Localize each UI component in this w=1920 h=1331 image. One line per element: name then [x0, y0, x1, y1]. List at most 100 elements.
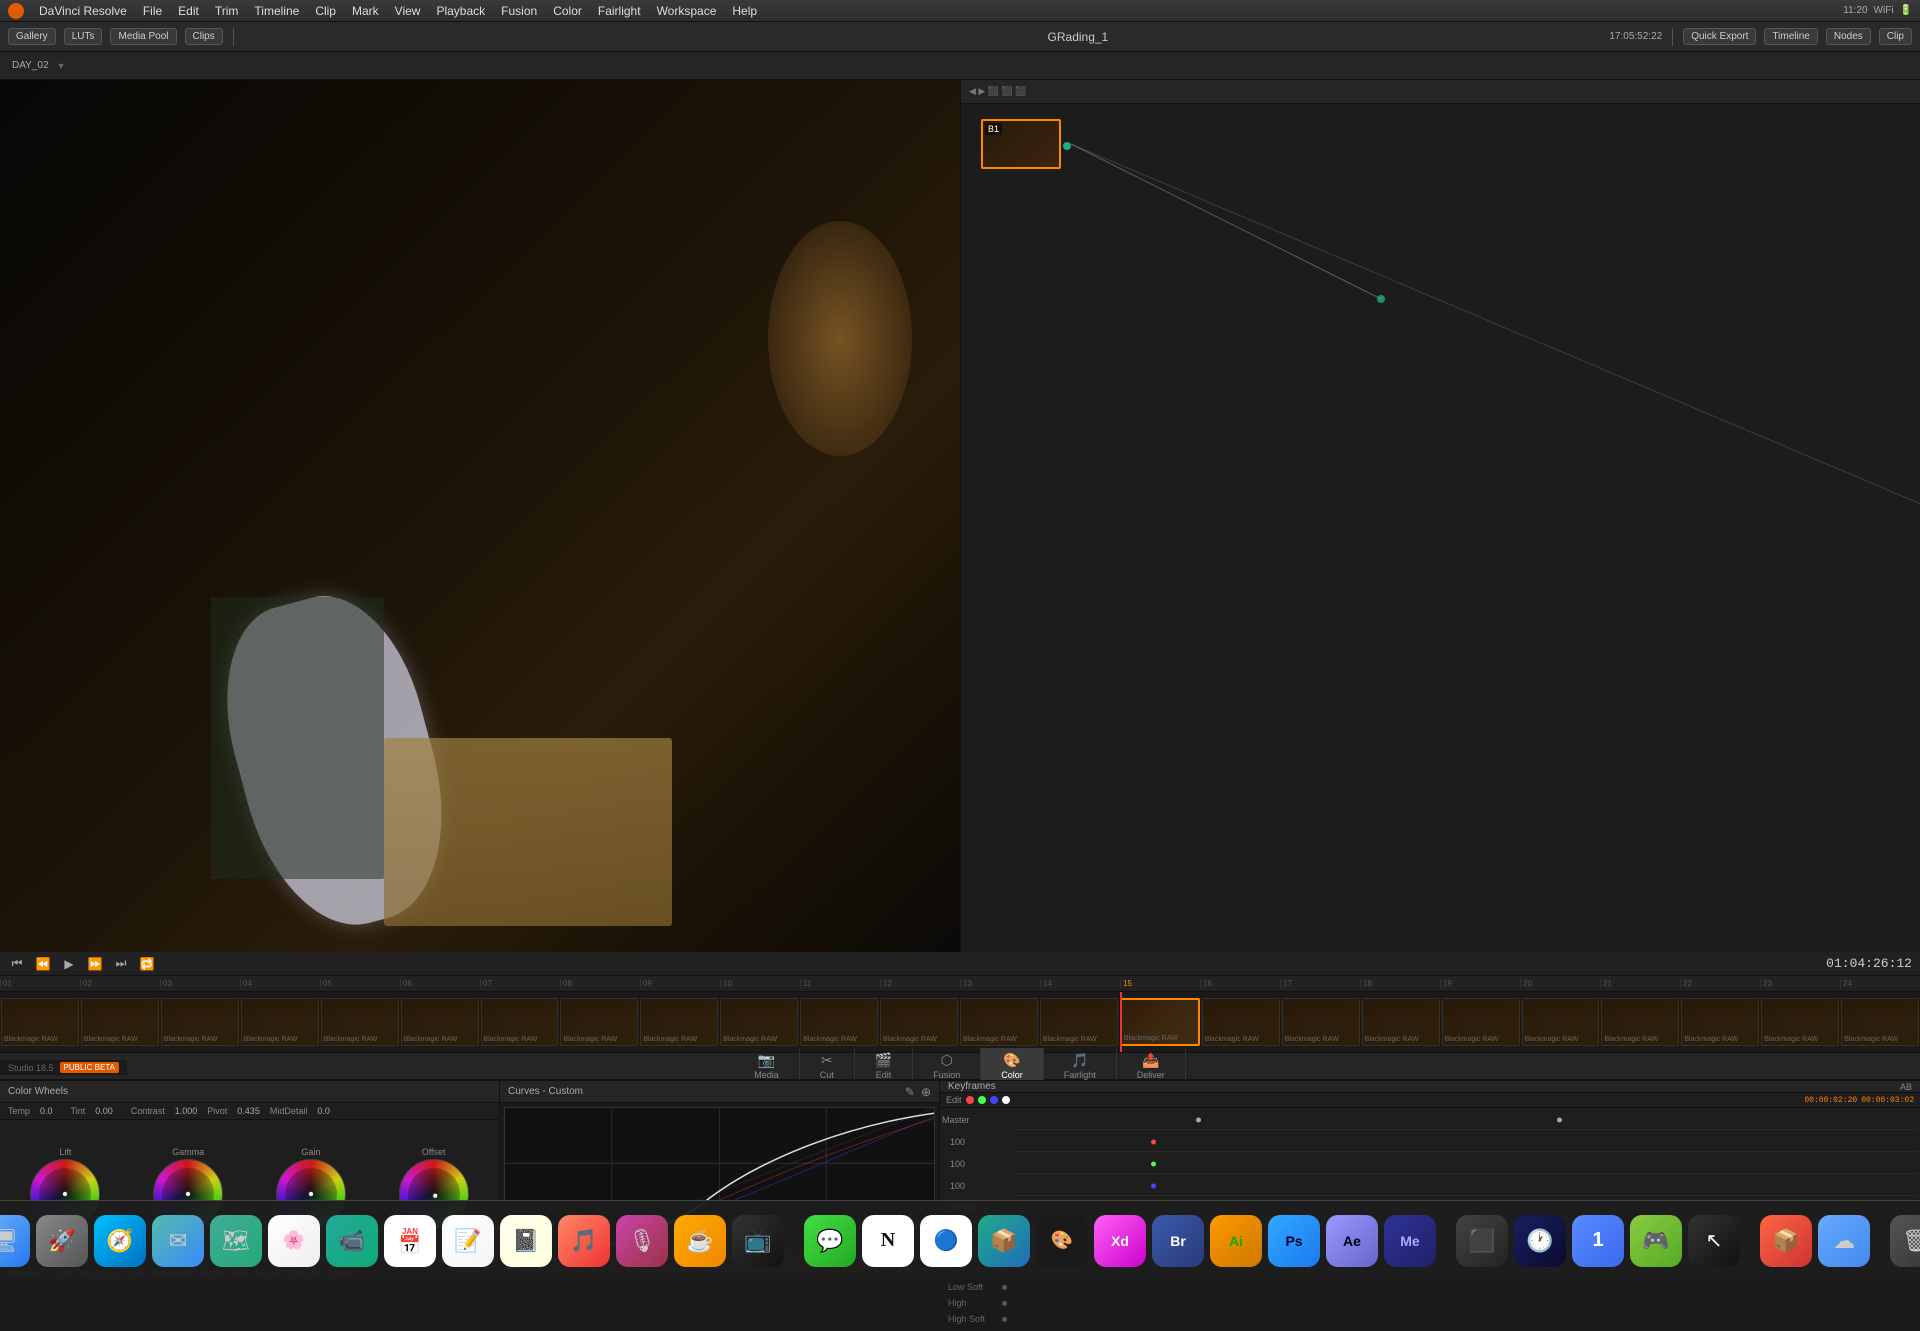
dock-notes[interactable]: 📓 [500, 1215, 552, 1267]
menu-color[interactable]: Color [546, 2, 589, 20]
luts-button[interactable]: LUTs [64, 28, 103, 45]
nodes-button[interactable]: Nodes [1826, 28, 1871, 45]
dock-photos[interactable]: 🌸 [268, 1215, 320, 1267]
dock-dropbox[interactable]: 📦 [978, 1215, 1030, 1267]
timeline-clip-16[interactable]: Blackmagic RAW [1202, 998, 1280, 1046]
menu-view[interactable]: View [388, 2, 428, 20]
dock-archiver[interactable]: 📦 [1760, 1215, 1812, 1267]
timeline-clip-11[interactable]: Blackmagic RAW [800, 998, 878, 1046]
menu-fairlight[interactable]: Fairlight [591, 2, 648, 20]
clip-button[interactable]: Clip [1879, 28, 1912, 45]
dock-notion[interactable]: N [862, 1215, 914, 1267]
timeline-clip-9[interactable]: Blackmagic RAW [640, 998, 718, 1046]
dock-chrome[interactable]: 🔵 [920, 1215, 972, 1267]
dock-launchpad[interactable]: 🚀 [36, 1215, 88, 1267]
temp-value[interactable]: 0.0 [40, 1106, 53, 1116]
timeline-clip-6[interactable]: Blackmagic RAW [401, 998, 479, 1046]
dock-bridge[interactable]: Br [1152, 1215, 1204, 1267]
timeline-clip-24[interactable]: Blackmagic RAW [1841, 998, 1919, 1046]
timeline-clip-8[interactable]: Blackmagic RAW [560, 998, 638, 1046]
timeline-clip-5[interactable]: Blackmagic RAW [321, 998, 399, 1046]
dock-photoshop[interactable]: Ps [1268, 1215, 1320, 1267]
tab-deliver[interactable]: 📤 Deliver [1117, 1048, 1186, 1084]
dock-cursor[interactable]: ↖ [1688, 1215, 1740, 1267]
timeline-button[interactable]: Timeline [1764, 28, 1817, 45]
node-clip[interactable]: B1 [981, 119, 1061, 169]
dock-messages[interactable]: 💬 [804, 1215, 856, 1267]
dock-worldclock[interactable]: 🕐 [1514, 1215, 1566, 1267]
contrast-value[interactable]: 1.000 [175, 1106, 198, 1116]
menu-trim[interactable]: Trim [208, 2, 246, 20]
menu-help[interactable]: Help [725, 2, 764, 20]
dock-reminders[interactable]: 📝 [442, 1215, 494, 1267]
timeline-clip-19[interactable]: Blackmagic RAW [1442, 998, 1520, 1046]
dock-music[interactable]: 🎵 [558, 1215, 610, 1267]
dock-illustrator[interactable]: Ai [1210, 1215, 1262, 1267]
menu-timeline[interactable]: Timeline [247, 2, 306, 20]
menu-fusion[interactable]: Fusion [494, 2, 544, 20]
timeline-clip-23[interactable]: Blackmagic RAW [1761, 998, 1839, 1046]
dock-appletv[interactable]: 📺 [732, 1215, 784, 1267]
dock-safari[interactable]: 🧭 [94, 1215, 146, 1267]
menu-file[interactable]: File [136, 2, 169, 20]
menu-davinci[interactable]: DaVinci Resolve [32, 2, 134, 20]
dock-mail[interactable]: ✉ [152, 1215, 204, 1267]
keyframes-ab-label[interactable]: AB [1900, 1082, 1912, 1092]
fast-forward-button[interactable]: ⏩ [86, 955, 104, 973]
menu-workspace[interactable]: Workspace [650, 2, 724, 20]
timeline-clip-2[interactable]: Blackmagic RAW [81, 998, 159, 1046]
dock-calendar[interactable]: JAN 📅 [384, 1215, 436, 1267]
kf-track-master-area[interactable] [1016, 1110, 1918, 1130]
dock-davinci[interactable]: ⬛ [1456, 1215, 1508, 1267]
kf-r-area[interactable] [1016, 1132, 1918, 1152]
timeline-clip-17[interactable]: Blackmagic RAW [1282, 998, 1360, 1046]
loop-button[interactable]: 🔁 [138, 955, 156, 973]
dock-finder[interactable]: 🖥 [0, 1215, 30, 1267]
dock-onethings[interactable]: 1 [1572, 1215, 1624, 1267]
dock-podcasts[interactable]: 🎙 [616, 1215, 668, 1267]
tab-fusion[interactable]: ⬡ Fusion [913, 1048, 981, 1084]
tab-fairlight[interactable]: 🎵 Fairlight [1044, 1048, 1117, 1084]
menu-playback[interactable]: Playback [429, 2, 492, 20]
play-button[interactable]: ▶ [60, 955, 78, 973]
menu-mark[interactable]: Mark [345, 2, 386, 20]
dock-maps[interactable]: 🗺 [210, 1215, 262, 1267]
dock-cloudmounter[interactable]: ☁ [1818, 1215, 1870, 1267]
quick-export-button[interactable]: Quick Export [1683, 28, 1756, 45]
dock-aftereffects[interactable]: Ae [1326, 1215, 1378, 1267]
dock-sims[interactable]: 🎮 [1630, 1215, 1682, 1267]
dock-trash[interactable]: 🗑 [1890, 1215, 1920, 1267]
dock-xd[interactable]: Xd [1094, 1215, 1146, 1267]
timeline-clip-13[interactable]: Blackmagic RAW [960, 998, 1038, 1046]
timeline-clip-12[interactable]: Blackmagic RAW [880, 998, 958, 1046]
curves-edit-icon[interactable]: ✎ [905, 1085, 915, 1099]
pivot-value[interactable]: 0.435 [237, 1106, 260, 1116]
tint-value[interactable]: 0.00 [95, 1106, 113, 1116]
tab-media[interactable]: 📷 Media [734, 1048, 800, 1084]
tab-edit[interactable]: 🎬 Edit [855, 1048, 913, 1084]
rewind-button[interactable]: ⏪ [34, 955, 52, 973]
prev-clip-button[interactable]: ⏮ [8, 955, 26, 973]
timeline-clip-10[interactable]: Blackmagic RAW [720, 998, 798, 1046]
curves-pick-icon[interactable]: ⊕ [921, 1085, 931, 1099]
clips-button[interactable]: Clips [185, 28, 223, 45]
timeline-clip-7[interactable]: Blackmagic RAW [481, 998, 559, 1046]
dock-mediaencoder[interactable]: Me [1384, 1215, 1436, 1267]
gallery-button[interactable]: Gallery [8, 28, 56, 45]
next-clip-button[interactable]: ⏭ [112, 955, 130, 973]
dock-facetime[interactable]: 📹 [326, 1215, 378, 1267]
timeline-clip-3[interactable]: Blackmagic RAW [161, 998, 239, 1046]
kf-b-area[interactable] [1016, 1176, 1918, 1196]
timeline-clip-20[interactable]: Blackmagic RAW [1522, 998, 1600, 1046]
dock-amphetamine[interactable]: ☕ [674, 1215, 726, 1267]
media-pool-button[interactable]: Media Pool [110, 28, 176, 45]
timeline-clip-15[interactable]: Blackmagic RAW [1120, 998, 1200, 1046]
timeline-clip-1[interactable]: Blackmagic RAW [1, 998, 79, 1046]
tab-cut[interactable]: ✂ Cut [800, 1048, 855, 1084]
timeline-clip-18[interactable]: Blackmagic RAW [1362, 998, 1440, 1046]
timeline-clip-21[interactable]: Blackmagic RAW [1601, 998, 1679, 1046]
menu-clip[interactable]: Clip [308, 2, 343, 20]
timeline-clip-14[interactable]: Blackmagic RAW [1040, 998, 1118, 1046]
timeline-clip-4[interactable]: Blackmagic RAW [241, 998, 319, 1046]
tab-color[interactable]: 🎨 Color [981, 1048, 1044, 1084]
